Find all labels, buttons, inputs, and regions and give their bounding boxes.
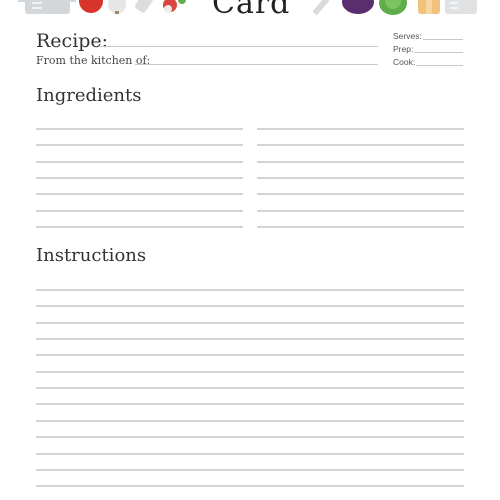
serves-label: Serves: — [393, 31, 422, 41]
ingredient-line[interactable] — [36, 193, 243, 196]
ingredient-line[interactable] — [36, 225, 243, 228]
instruction-line[interactable] — [36, 452, 464, 455]
ingredient-line[interactable] — [257, 144, 464, 147]
instruction-line[interactable] — [36, 436, 464, 439]
card-title: Card — [212, 0, 291, 21]
instruction-line[interactable] — [36, 403, 464, 406]
lettuce-icon — [379, 0, 407, 15]
radish-icon — [163, 0, 186, 13]
serves-field[interactable] — [423, 39, 463, 40]
ingredient-line[interactable] — [257, 176, 464, 179]
recipe-label: Recipe: — [36, 30, 109, 52]
instruction-line[interactable] — [36, 321, 464, 324]
instruction-line[interactable] — [36, 387, 464, 390]
garlic-icon — [108, 0, 126, 14]
ingredient-line[interactable] — [36, 128, 243, 130]
tomato-icon — [79, 0, 103, 13]
ingredient-line[interactable] — [257, 225, 464, 228]
knife-icon — [313, 0, 329, 15]
instruction-line[interactable] — [36, 354, 464, 357]
bread-icon — [418, 0, 440, 14]
kitchen-label: From the kitchen of: — [36, 54, 151, 67]
cook-label: Cook: — [393, 57, 416, 67]
instruction-line[interactable] — [36, 370, 464, 373]
instruction-line[interactable] — [36, 468, 464, 471]
container-icon — [445, 0, 477, 14]
ingredient-line[interactable] — [36, 160, 243, 163]
ingredient-line[interactable] — [36, 209, 243, 212]
prep-field[interactable] — [414, 52, 463, 53]
ingredient-line[interactable] — [36, 176, 243, 179]
instruction-line[interactable] — [36, 419, 464, 422]
ingredient-line[interactable] — [257, 209, 464, 212]
cook-field[interactable] — [416, 65, 463, 66]
eggplant-icon — [342, 0, 374, 14]
pot-icon — [18, 0, 76, 14]
instruction-line[interactable] — [36, 289, 464, 291]
ingredient-line[interactable] — [257, 160, 464, 163]
instructions-heading: Instructions — [36, 245, 147, 266]
instruction-line[interactable] — [36, 305, 464, 308]
recipe-name-field[interactable] — [100, 46, 378, 47]
ingredient-line[interactable] — [257, 193, 464, 196]
instruction-line[interactable] — [36, 338, 464, 341]
salt-shaker-icon — [135, 0, 153, 13]
ingredient-line[interactable] — [257, 128, 464, 130]
ingredients-heading: Ingredients — [36, 85, 142, 106]
instruction-line[interactable] — [36, 485, 464, 488]
prep-label: Prep: — [393, 44, 414, 54]
ingredient-line[interactable] — [36, 144, 243, 147]
kitchen-field[interactable] — [135, 64, 378, 65]
